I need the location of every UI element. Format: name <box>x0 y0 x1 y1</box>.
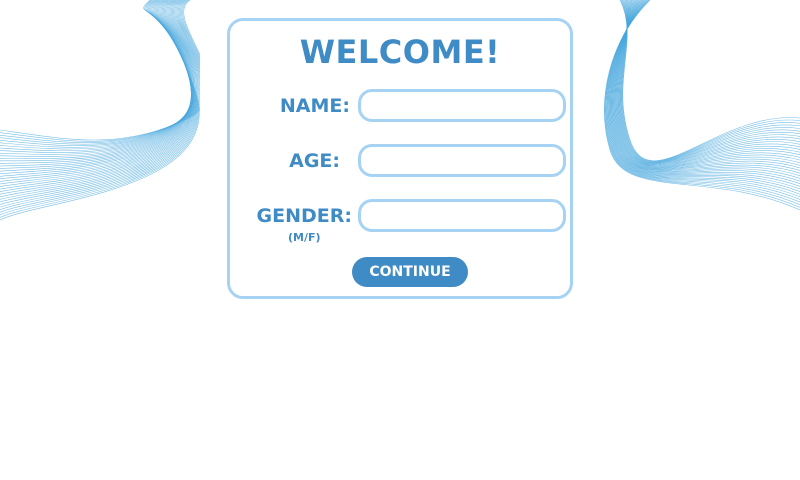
page-title: WELCOME! <box>299 33 501 71</box>
age-label: AGE: <box>289 150 340 172</box>
continue-button[interactable]: CONTINUE <box>352 257 468 287</box>
gender-label: GENDER: <box>256 205 352 227</box>
age-field[interactable] <box>358 144 566 177</box>
gender-field[interactable] <box>358 199 566 232</box>
wave-decoration-left <box>0 0 200 221</box>
welcome-card: WELCOME! NAME: AGE: GENDER: (M/F) CONTIN… <box>227 18 573 299</box>
name-field[interactable] <box>358 89 566 122</box>
name-label: NAME: <box>279 95 350 117</box>
gender-hint: (M/F) <box>288 231 321 244</box>
welcome-screen: WELCOME! NAME: AGE: GENDER: (M/F) CONTIN… <box>0 0 800 480</box>
wave-decoration-right <box>604 0 800 211</box>
